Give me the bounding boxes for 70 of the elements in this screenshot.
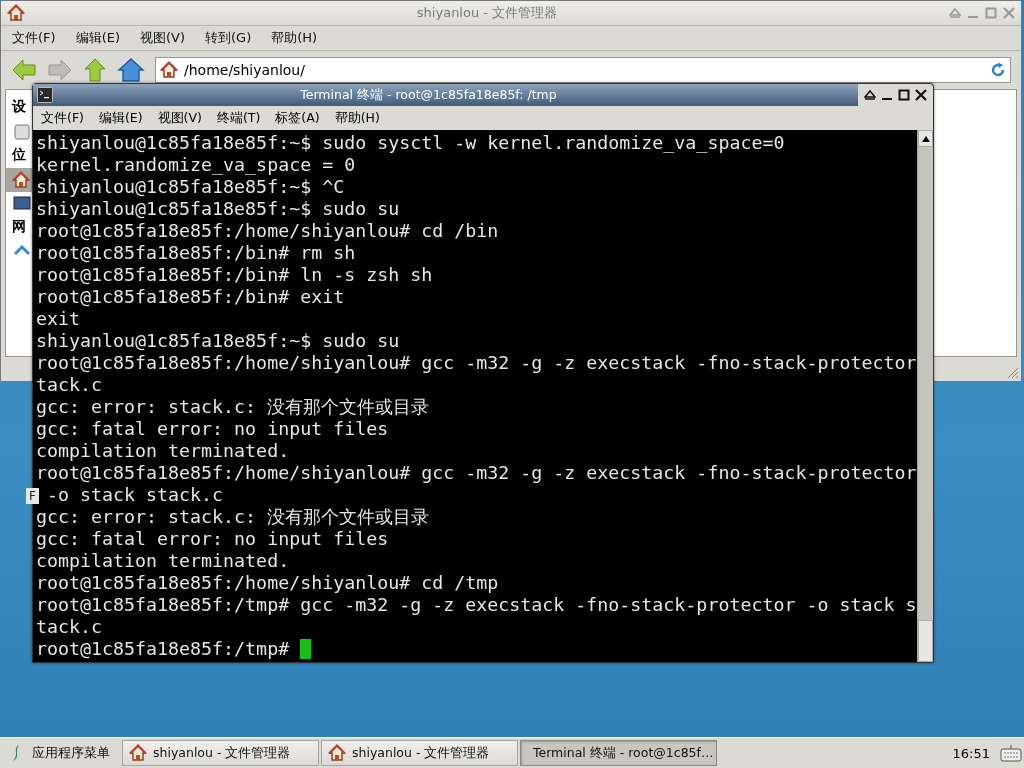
sidebar-heading: 设 xyxy=(12,98,26,116)
menu-item[interactable]: 帮助(H) xyxy=(268,29,321,47)
drive-icon xyxy=(12,122,32,142)
terminal-line: compilation terminated. xyxy=(36,440,290,461)
task-button[interactable]: shiyanlou - 文件管理器 xyxy=(122,740,319,766)
terminal-line: exit xyxy=(36,308,81,329)
terminal-line: shiyanlou@1c85fa18e85f:~$ ^C xyxy=(36,176,345,197)
terminal-line: gcc: error: stack.c: 没有那个文件或目录 xyxy=(36,506,430,527)
terminal-line: root@1c85fa18e85f:/bin# rm sh xyxy=(36,242,356,263)
terminal-line: shiyanlou@1c85fa18e85f:~$ sudo sysctl -w kernel.randomize_va_space=0 xyxy=(36,132,785,153)
task-button[interactable]: shiyanlou - 文件管理器 xyxy=(321,740,518,766)
sidebar-item[interactable] xyxy=(6,168,32,192)
terminal-line: compilation terminated. xyxy=(36,550,290,571)
menu-item[interactable]: 编辑(E) xyxy=(72,29,123,47)
terminal-line: root@1c85fa18e85f:/bin# ln -s zsh sh xyxy=(36,264,433,285)
back-arrow-icon[interactable] xyxy=(11,58,37,82)
menu-item[interactable]: 帮助(H) xyxy=(334,109,380,127)
terminal-line: gcc: error: stack.c: 没有那个文件或目录 xyxy=(36,396,430,417)
terminal-line: shiyanlou@1c85fa18e85f:~$ sudo su xyxy=(36,198,400,219)
menu-item[interactable]: 终端(T) xyxy=(216,109,261,127)
clock: 16:51 xyxy=(951,745,991,761)
window-title: shiyanlou - 文件管理器 xyxy=(415,4,559,22)
terminal-line: root@1c85fa18e85f:/home/shiyanlou# cd /tmp xyxy=(36,572,499,593)
task-button[interactable]: Terminal 终端 - root@1c85f… xyxy=(520,740,717,766)
sidebar-heading: 位 xyxy=(12,146,26,164)
terminal-icon xyxy=(37,87,53,103)
keyboard-icon[interactable] xyxy=(1000,743,1022,763)
scroll-thumb[interactable] xyxy=(918,620,933,662)
house-icon xyxy=(7,4,25,22)
terminal-line: root@1c85fa18e85f:/tmp# gcc -m32 -g -z execstack -fno-stack-protector -o stack s xyxy=(36,594,917,615)
terminal-line: root@1c85fa18e85f:/bin# exit xyxy=(36,286,345,307)
menu-item[interactable]: 文件(F) xyxy=(41,109,84,127)
house-icon xyxy=(160,61,178,79)
sidebar-heading: 网 xyxy=(12,218,26,236)
window-title: Terminal 终端 - root@1c85fa18e85f: /tmp xyxy=(299,86,558,104)
forward-arrow-icon[interactable] xyxy=(47,58,73,82)
app-menu-button[interactable]: 应用程序菜单 xyxy=(2,740,118,766)
house-icon xyxy=(328,744,346,762)
resize-grip-icon[interactable] xyxy=(1005,365,1019,379)
scrollbar[interactable] xyxy=(917,130,933,662)
terminal-line: gcc: fatal error: no input files xyxy=(36,528,389,549)
menu-item[interactable]: 视图(V) xyxy=(137,29,189,47)
terminal-line: root@1c85fa18e85f:/tmp# xyxy=(36,638,291,659)
house-icon xyxy=(12,171,30,189)
menu-item[interactable]: 文件(F) xyxy=(9,29,59,47)
terminal-line: tack.c xyxy=(36,374,103,395)
desktop-icon-label[interactable]: F xyxy=(26,488,39,504)
terminal-line: root@1c85fa18e85f:/home/shiyanlou# gcc -m32 -g -z execstack -fno-stack-protector xyxy=(36,462,917,483)
menu-item[interactable]: 视图(V) xyxy=(157,109,202,127)
shade-icon[interactable] xyxy=(864,89,876,101)
home-icon[interactable] xyxy=(117,57,145,83)
menu-item[interactable]: 转到(G) xyxy=(202,29,255,47)
terminal-line: root@1c85fa18e85f:/home/shiyanlou# cd /bin xyxy=(36,220,499,241)
terminal-line: -o stack stack.c xyxy=(46,484,224,505)
address-field[interactable]: /home/shiyanlou/ xyxy=(155,57,1011,83)
text-cursor xyxy=(300,639,312,659)
menu-item[interactable]: 编辑(E) xyxy=(98,109,143,127)
house-icon xyxy=(129,744,147,762)
menu-item[interactable]: 标签(A) xyxy=(275,109,320,127)
refresh-icon[interactable] xyxy=(990,62,1006,78)
terminal-line: tack.c xyxy=(36,616,103,637)
terminal-line: kernel.randomize_va_space = 0 xyxy=(36,154,356,175)
terminal-line: gcc: fatal error: no input files xyxy=(36,418,389,439)
maximize-icon[interactable] xyxy=(898,89,910,101)
terminal-line: root@1c85fa18e85f:/home/shiyanlou# gcc -m32 -g -z execstack -fno-stack-protector xyxy=(36,352,917,373)
scroll-up-icon[interactable] xyxy=(921,135,930,142)
close-icon[interactable] xyxy=(915,89,927,101)
up-arrow-icon[interactable] xyxy=(83,57,107,83)
terminal-line: shiyanlou@1c85fa18e85f:~$ sudo su xyxy=(36,330,400,351)
path-text: /home/shiyanlou/ xyxy=(184,62,306,78)
